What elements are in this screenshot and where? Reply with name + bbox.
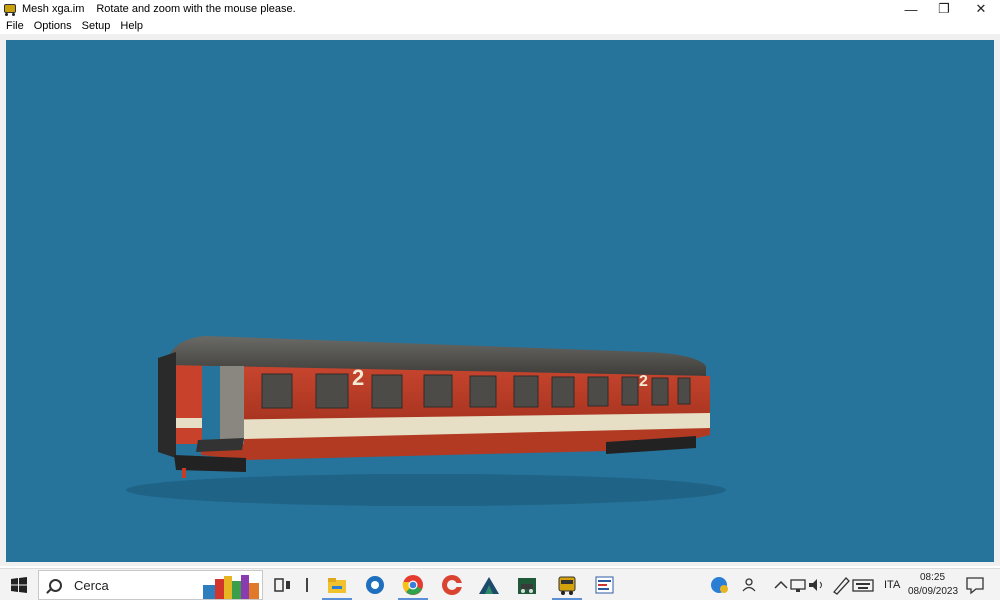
coach-class-number: 2 (352, 365, 365, 390)
people-icon[interactable] (740, 574, 762, 596)
coach-window (651, 377, 669, 406)
file-explorer-icon[interactable] (326, 574, 348, 596)
minimize-button[interactable]: — (894, 0, 928, 18)
menu-help[interactable]: Help (115, 20, 148, 32)
search-input[interactable]: Cerca (38, 570, 263, 600)
coach-window (315, 373, 349, 409)
editor-icon[interactable] (594, 574, 616, 596)
search-icon (49, 578, 62, 592)
title-bar: Mesh xga.im Rotate and zoom with the mou… (0, 0, 1000, 18)
close-icon: ✕ (975, 1, 987, 16)
coach-windows (261, 373, 691, 409)
window-row (261, 373, 691, 409)
3d-viewport[interactable]: 2 2 (6, 40, 994, 562)
mountain-app-icon[interactable] (478, 574, 500, 596)
coach-window (423, 374, 453, 408)
coach-class-number: 2 (639, 373, 648, 390)
coach-window (551, 376, 575, 408)
menu-bar: File Options Setup Help (0, 18, 1000, 34)
coach-window (261, 373, 293, 409)
coach-window (371, 374, 403, 409)
start-button[interactable] (0, 569, 38, 601)
task-view-icon[interactable] (272, 574, 294, 596)
coach-window (469, 375, 497, 408)
keyboard-icon[interactable] (852, 574, 874, 596)
pen-icon[interactable] (830, 574, 852, 596)
menu-options[interactable]: Options (29, 20, 77, 32)
restore-button[interactable]: ❐ (927, 0, 961, 18)
tool-icon[interactable] (364, 574, 386, 596)
window-title: Mesh xga.im (22, 3, 85, 15)
menu-file[interactable]: File (0, 20, 29, 32)
window-message: Rotate and zoom with the mouse please. (96, 3, 296, 15)
help-icon[interactable] (708, 574, 730, 596)
books-icon (203, 575, 259, 599)
restore-icon: ❐ (938, 1, 950, 16)
locomotive-app-icon[interactable] (516, 574, 538, 596)
coach-window (587, 376, 609, 407)
coach-window (513, 375, 539, 408)
train-mesh-icon[interactable] (556, 574, 578, 596)
coach-window (677, 377, 691, 405)
clock-time[interactable]: 08:25 (920, 572, 945, 583)
taskbar: Cerca ITA 08:25 08/09/2023 (0, 568, 1000, 600)
minimize-icon: — (904, 1, 918, 17)
windows-logo-icon (11, 577, 27, 593)
chrome-icon[interactable] (402, 574, 424, 596)
menu-setup[interactable]: Setup (77, 20, 116, 32)
clock-date[interactable]: 08/09/2023 (908, 586, 958, 597)
train-app-icon (3, 2, 17, 16)
close-button[interactable]: ✕ (964, 0, 998, 18)
language-indicator[interactable]: ITA (884, 579, 900, 591)
ccleaner-icon[interactable] (441, 574, 463, 596)
search-placeholder: Cerca (74, 577, 109, 593)
notification-icon[interactable] (964, 574, 986, 596)
coach-window (621, 376, 639, 406)
divider-icon (306, 578, 308, 592)
volume-icon[interactable] (806, 574, 828, 596)
